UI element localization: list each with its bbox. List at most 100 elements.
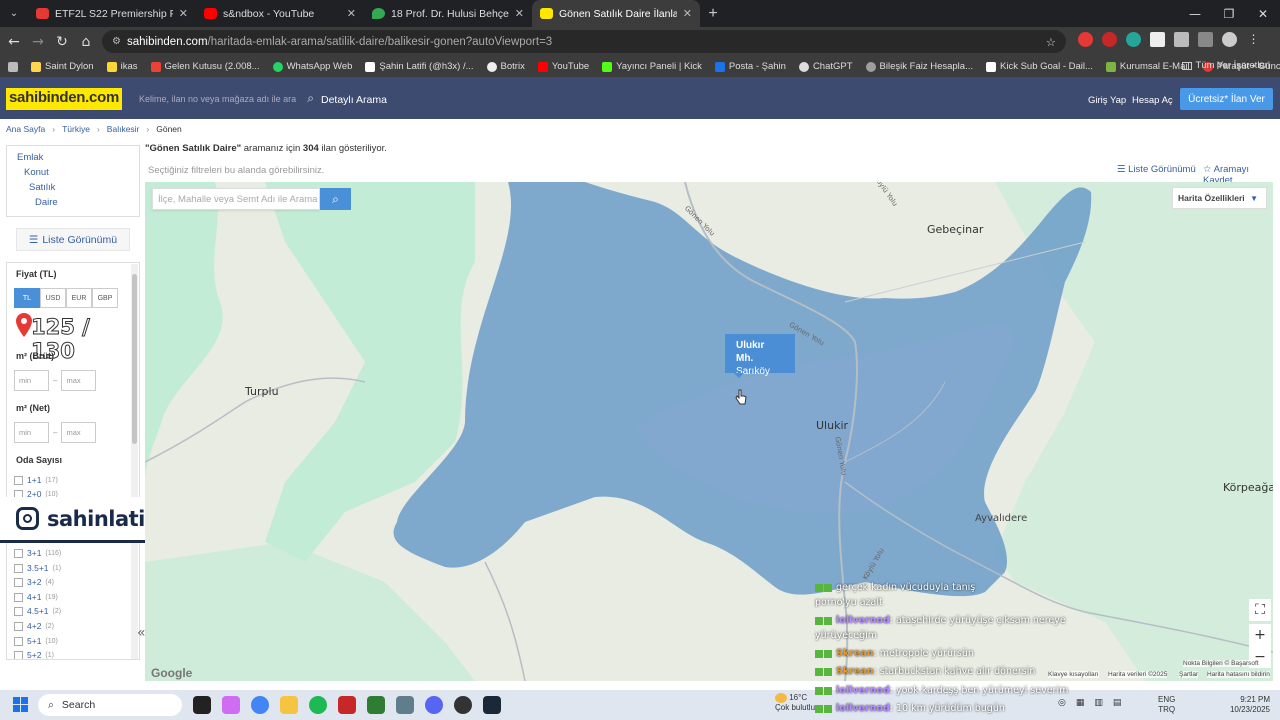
url-field[interactable]: ⚙ sahibinden.com/haritada-emlak-arama/sa… [102, 30, 1066, 53]
clock[interactable]: 9:21 PM 10/23/2025 [1222, 695, 1270, 715]
terms-link[interactable]: Şartlar [1179, 671, 1199, 678]
zoom-in-button[interactable]: + [1249, 624, 1271, 646]
bookmark-4[interactable]: Şahin Latifi (@h3x) /... [365, 61, 474, 72]
menu-icon[interactable]: ⋮ [1246, 32, 1261, 47]
bookmark-7[interactable]: Yayıncı Paneli | Kick [602, 61, 702, 72]
m2-gross-min[interactable]: min [14, 370, 49, 391]
tab-0[interactable]: ETF2L S22 Premiership Playoffs ✕ [28, 0, 196, 27]
tab-3[interactable]: Gönen Satılık Daire İlanları ve S ✕ [532, 0, 700, 27]
currency-tl[interactable]: TL [14, 288, 40, 308]
copilot-icon[interactable] [222, 696, 240, 714]
m2-net-max[interactable]: max [61, 422, 97, 443]
checkbox[interactable] [14, 650, 23, 659]
site-logo[interactable]: sahibinden.com [6, 88, 122, 110]
app-icon[interactable]: ▤ [1113, 698, 1122, 708]
m2-net-min[interactable]: min [14, 422, 49, 443]
bookmark-12[interactable]: Kurumsal E-Mail [1105, 61, 1190, 72]
puzzle-icon[interactable] [1174, 32, 1189, 47]
site-info-icon[interactable]: ⚙ [112, 36, 121, 47]
chrome-icon[interactable] [251, 696, 269, 714]
tab-search-icon[interactable]: ⌄ [0, 0, 28, 27]
apps-icon[interactable] [8, 61, 18, 72]
category-konut[interactable]: Konut [24, 167, 49, 178]
bookmark-11[interactable]: Kick Sub Goal - Dail... [986, 61, 1093, 72]
checkbox[interactable] [14, 563, 23, 573]
app-icon[interactable] [367, 696, 385, 714]
bookmark-6[interactable]: YouTube [537, 61, 589, 72]
search-icon[interactable]: ⌕ [307, 91, 314, 106]
map-features-dropdown[interactable]: Harita Özellikleri ▼ [1172, 187, 1267, 209]
list-view-link[interactable]: ☰ Liste Görünümü [1117, 164, 1196, 175]
forward-icon[interactable]: → [26, 34, 50, 50]
currency-gbp[interactable]: GBP [92, 288, 118, 308]
room-checkbox[interactable]: 4.5+1 (2) [14, 606, 61, 616]
map-search-button[interactable]: ⌕ [320, 188, 351, 210]
new-tab-button[interactable]: + [700, 0, 726, 27]
language-indicator[interactable]: ENG TRQ [1158, 695, 1175, 715]
currency-usd[interactable]: USD [40, 288, 66, 308]
room-checkbox[interactable]: 5+1 (10) [14, 636, 58, 646]
filter-scrollbar[interactable] [131, 264, 138, 659]
close-icon[interactable]: ✕ [179, 7, 188, 20]
tab-2[interactable]: 18 Prof. Dr. Hulusi Behçet Cd. ✕ [364, 0, 532, 27]
file-explorer-icon[interactable] [280, 696, 298, 714]
scrollbar-thumb[interactable] [132, 274, 137, 444]
avatar[interactable] [1222, 32, 1237, 47]
checkbox[interactable] [14, 592, 23, 602]
post-ad-button[interactable]: Ücretsiz* İlan Ver [1180, 88, 1273, 110]
minimize-icon[interactable]: — [1178, 0, 1212, 27]
room-checkbox[interactable]: 3+2 (4) [14, 577, 54, 587]
obs-icon[interactable] [454, 696, 472, 714]
room-checkbox[interactable]: 5+2 (1) [14, 650, 54, 659]
extension-icon[interactable] [1102, 32, 1117, 47]
room-checkbox[interactable]: 4+2 (2) [14, 621, 54, 631]
bookmark-8[interactable]: Posta - Şahin [714, 61, 786, 72]
bookmark-1[interactable]: ikas [106, 61, 138, 72]
map-canvas[interactable] [145, 182, 1273, 681]
close-icon[interactable]: ✕ [515, 7, 524, 20]
category-daire[interactable]: Daire [35, 197, 58, 208]
checkbox[interactable] [14, 475, 23, 485]
wifi-icon[interactable]: ◎ [1058, 698, 1066, 708]
bookmark-3[interactable]: WhatsApp Web [272, 61, 352, 72]
taskbar-search[interactable]: ⌕ Search [38, 694, 182, 716]
bookmark-10[interactable]: Bileşik Faiz Hesapla... [865, 61, 973, 72]
maximize-icon[interactable]: ❐ [1212, 0, 1246, 27]
close-icon[interactable]: ✕ [683, 7, 692, 20]
checkbox[interactable] [14, 621, 23, 631]
all-bookmarks[interactable]: Tüm Yer İşaretleri [1181, 60, 1270, 71]
detailed-search-link[interactable]: Detaylı Arama [321, 94, 387, 106]
weather-widget[interactable]: 16°C Çok bulutlu [775, 693, 815, 713]
extension-icon[interactable] [1126, 32, 1141, 47]
back-icon[interactable]: ← [2, 34, 26, 50]
media-icon[interactable] [1198, 32, 1213, 47]
map-search-input[interactable]: İlçe, Mahalle veya Semt Adı ile Arama [152, 188, 320, 210]
task-view-icon[interactable] [193, 696, 211, 714]
bookmark-2[interactable]: Gelen Kutusu (2.008... [150, 61, 260, 72]
checkbox[interactable] [14, 577, 23, 587]
breadcrumb-item[interactable]: Balıkesir [107, 124, 140, 134]
close-window-icon[interactable]: ✕ [1246, 0, 1280, 27]
room-checkbox[interactable]: 3+1 (116) [14, 548, 61, 558]
currency-eur[interactable]: EUR [66, 288, 92, 308]
app-icon[interactable] [338, 696, 356, 714]
extension-icon[interactable] [1150, 32, 1165, 47]
category-emlak[interactable]: Emlak [17, 152, 43, 163]
keyboard-shortcuts-link[interactable]: Klavye kısayolları [1048, 671, 1099, 678]
app-icon[interactable]: ▦ [1076, 698, 1085, 708]
bookmark-9[interactable]: ChatGPT [798, 61, 853, 72]
login-link[interactable]: Giriş Yap [1088, 95, 1126, 106]
close-icon[interactable]: ✕ [347, 7, 356, 20]
breadcrumb-item[interactable]: Ana Sayfa [6, 124, 45, 134]
room-checkbox[interactable]: 1+1 (17) [14, 475, 58, 485]
bookmark-star-icon[interactable]: ☆ [1046, 35, 1056, 49]
tab-1[interactable]: s&ndbox - YouTube ✕ [196, 0, 364, 27]
register-link[interactable]: Hesap Aç [1132, 95, 1173, 106]
report-map-error-link[interactable]: Harita hatasını bildirin [1207, 671, 1270, 678]
windows-start-icon[interactable] [13, 697, 29, 713]
map[interactable]: İlçe, Mahalle veya Semt Adı ile Arama ⌕ … [145, 182, 1273, 681]
home-icon[interactable]: ⌂ [74, 34, 98, 50]
bookmark-0[interactable]: Saint Dylon [31, 61, 94, 72]
m2-gross-max[interactable]: max [61, 370, 97, 391]
discord-icon[interactable] [425, 696, 443, 714]
